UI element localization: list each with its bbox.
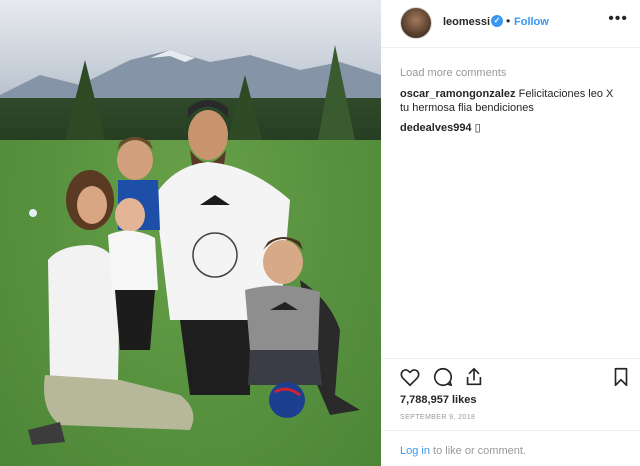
bookmark-icon[interactable] — [610, 366, 632, 388]
post-header: leomessi ✓ • Follow ••• — [381, 0, 640, 48]
comment-item: dedealves994 ▯ — [400, 121, 625, 135]
comment-username[interactable]: dedealves994 — [400, 122, 472, 134]
more-options-icon[interactable]: ••• — [608, 10, 628, 28]
login-footer: Log in to like or comment. — [381, 430, 640, 466]
login-prompt-text: to like or comment. — [429, 445, 526, 457]
post-sidebar: leomessi ✓ • Follow ••• Load more commen… — [381, 0, 640, 466]
comment-username[interactable]: oscar_ramongonzalez — [400, 88, 516, 100]
avatar[interactable] — [400, 7, 432, 39]
post-date: SEPTEMBER 9, 2018 — [400, 414, 476, 421]
login-prompt: Log in to like or comment. — [400, 445, 526, 457]
post-photo[interactable] — [0, 0, 381, 466]
heart-icon[interactable] — [399, 366, 421, 388]
comment-text: ▯ — [471, 122, 481, 134]
login-link[interactable]: Log in — [400, 445, 430, 457]
username[interactable]: leomessi — [443, 16, 490, 28]
comment-item: oscar_ramongonzalez Felicitaciones leo X… — [400, 87, 625, 115]
action-bar — [381, 358, 640, 392]
load-more-comments[interactable]: Load more comments — [400, 67, 506, 79]
follow-button[interactable]: Follow — [514, 16, 549, 28]
comment-icon[interactable] — [432, 366, 454, 388]
likes-count[interactable]: 7,788,957 likes — [400, 394, 476, 406]
verified-icon: ✓ — [491, 15, 503, 27]
separator-dot: • — [506, 14, 511, 28]
photo-family — [28, 45, 360, 445]
share-icon[interactable] — [463, 366, 485, 388]
